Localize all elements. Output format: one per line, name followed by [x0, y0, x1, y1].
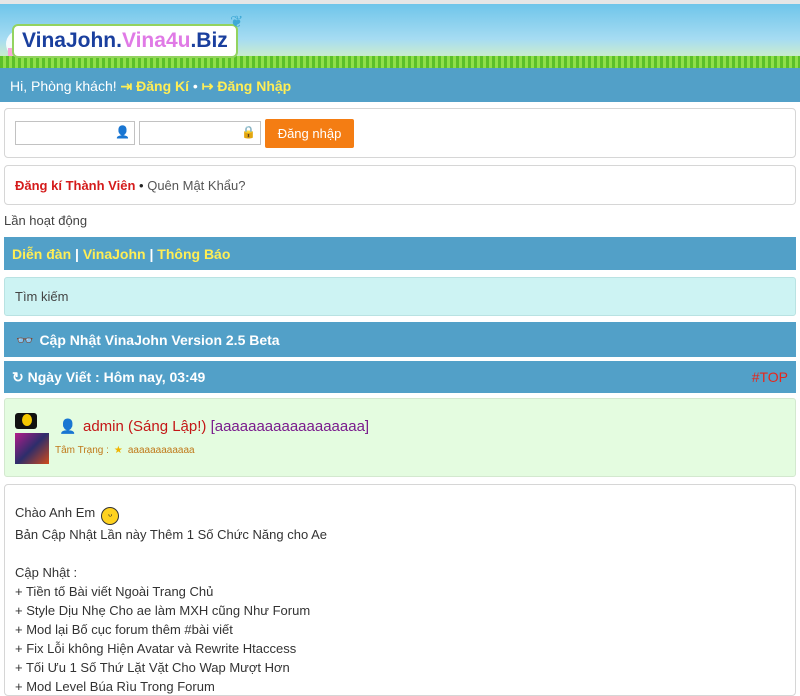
- online-status-icon: [15, 413, 37, 429]
- user-icon: 👤: [59, 418, 77, 434]
- breadcrumb-separator: |: [75, 246, 79, 262]
- breadcrumb-forum[interactable]: Diễn đàn: [12, 246, 71, 262]
- register-link-label: Đăng Kí: [136, 78, 190, 94]
- register-link[interactable]: ⇥ Đăng Kí: [121, 78, 190, 94]
- username-input[interactable]: 👤: [15, 121, 135, 145]
- butterfly-icon: ❦: [230, 14, 244, 31]
- author-tag: [aaaaaaaaaaaaaaaaaa]: [210, 418, 370, 435]
- guest-separator: •: [192, 78, 198, 94]
- login-form: 👤 🔒 Đăng nhập: [4, 108, 796, 158]
- register-separator: •: [139, 178, 144, 193]
- site-logo[interactable]: VinaJohn.Vina4u.Biz: [12, 24, 238, 58]
- logo-text-3: .Biz: [190, 29, 228, 52]
- author-name-line: admin (Sáng Lập!) [aaaaaaaaaaaaaaaaaa]: [83, 418, 369, 435]
- site-header: VinaJohn.Vina4u.Biz ❦: [0, 4, 800, 68]
- star-icon: ★: [113, 445, 123, 456]
- login-button[interactable]: Đăng nhập: [265, 119, 354, 148]
- logo-text-2: Vina4u: [121, 29, 191, 52]
- post-line: Chào Anh Em ᵕ: [15, 503, 795, 525]
- breadcrumb-separator: |: [149, 246, 154, 262]
- post-content: Chào Anh Em ᵕ Bản Cập Nhật Lần này Thêm 1…: [4, 484, 796, 696]
- top-link[interactable]: #TOP: [752, 361, 788, 394]
- logo-text-1: VinaJohn.: [22, 29, 122, 52]
- post-line: + Tối Ưu 1 Số Thứ Lặt Vặt Cho Wap Mượt H…: [15, 660, 290, 675]
- lock-icon: 🔒: [241, 125, 256, 139]
- guest-greeting: Hi, Phòng khách!: [10, 78, 117, 94]
- register-icon: ⇥: [120, 78, 133, 94]
- user-icon: 👤: [115, 125, 130, 139]
- forgot-password-link[interactable]: Quên Mật Khẩu?: [147, 178, 245, 193]
- post-line-text: Chào Anh Em: [15, 505, 96, 520]
- mood-value: aaaaaaaaaaaa: [127, 445, 195, 456]
- breadcrumb: Diễn đàn | VinaJohn | Thông Báo: [4, 237, 796, 270]
- post-line: + Style Dịu Nhẹ Cho ae làm MXH cũng Như …: [15, 603, 311, 618]
- breadcrumb-vinajohn[interactable]: VinaJohn: [83, 246, 146, 262]
- post-date-bar: ↻ Ngày Viết : Hôm nay, 03:49 #TOP: [4, 361, 796, 393]
- post-line: Cập Nhật :: [15, 565, 78, 580]
- login-link[interactable]: ↦ Đăng Nhập: [202, 78, 292, 94]
- login-link-label: Đăng Nhập: [217, 78, 292, 94]
- avatar[interactable]: [15, 433, 49, 464]
- post-line: + Tiền tố Bài viết Ngoài Trang Chủ: [15, 584, 214, 599]
- post-line: [15, 544, 795, 563]
- search-box[interactable]: Tìm kiếm: [4, 277, 796, 316]
- register-links: Đăng kí Thành Viên • Quên Mật Khẩu?: [4, 165, 796, 205]
- author-info: 👤 admin (Sáng Lập!) [aaaaaaaaaaaaaaaaaa]…: [4, 398, 796, 477]
- breadcrumb-announcements[interactable]: Thông Báo: [157, 246, 230, 262]
- post-line: Bản Cập Nhật Lần này Thêm 1 Số Chức Năng…: [15, 527, 327, 542]
- search-label: Tìm kiếm: [15, 289, 69, 304]
- guest-bar: Hi, Phòng khách! ⇥ Đăng Kí • ↦ Đăng Nhập: [0, 68, 800, 102]
- glasses-icon: 👓: [16, 332, 34, 348]
- thread-title: Cập Nhật VinaJohn Version 2.5 Beta: [39, 332, 280, 348]
- register-member-link[interactable]: Đăng kí Thành Viên: [15, 178, 135, 193]
- post-line: + Mod Level Búa Rìu Trong Forum: [15, 679, 215, 694]
- refresh-icon: ↻: [12, 369, 24, 385]
- post-line: + Mod lại Bố cục forum thêm #bài viết: [15, 622, 233, 637]
- author-name[interactable]: admin (Sáng Lập!): [83, 418, 206, 435]
- last-active-text: Lần hoạt động: [4, 213, 88, 228]
- mood-label: Tâm Trạng :: [55, 445, 109, 456]
- password-input[interactable]: 🔒: [139, 121, 261, 145]
- grin-smiley-icon: ᵕ: [101, 507, 120, 525]
- post-date: Ngày Viết : Hôm nay, 03:49: [27, 369, 206, 385]
- post-line: + Fix Lỗi không Hiện Avatar và Rewrite H…: [15, 641, 297, 656]
- login-icon: ↦: [201, 78, 214, 94]
- mood-line: Tâm Trạng : ★ aaaaaaaaaaaa: [55, 445, 195, 456]
- thread-title-bar: 👓 Cập Nhật VinaJohn Version 2.5 Beta: [4, 322, 796, 357]
